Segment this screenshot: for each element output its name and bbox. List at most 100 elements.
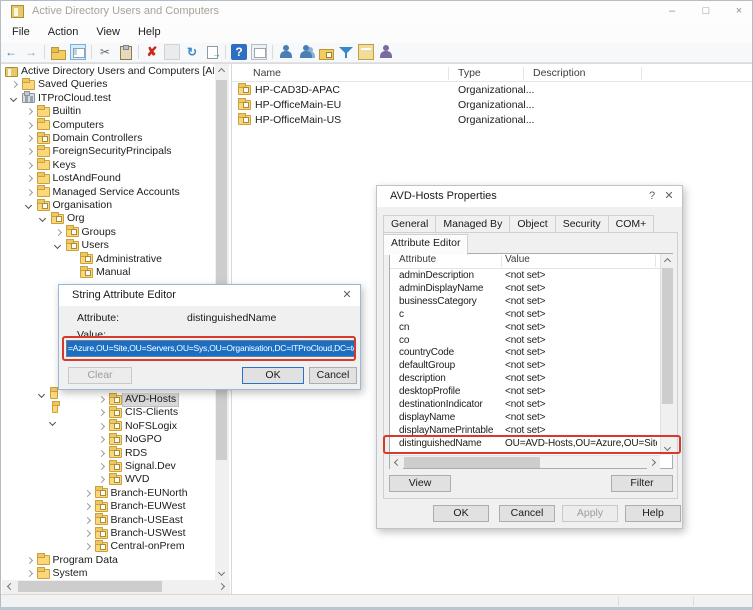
filter-icon[interactable] [338,44,354,60]
tree-item[interactable]: ForeignSecurityPrincipals [2,145,214,158]
show-window-icon[interactable] [251,44,267,60]
chevron-right-icon[interactable] [25,569,34,578]
tab-managed-by[interactable]: Managed By [436,215,510,233]
attribute-row[interactable]: businessCategory<not set> [390,296,660,309]
attribute-row[interactable]: defaultGroup<not set> [390,360,660,373]
grid-column-value[interactable]: Value [505,254,657,265]
minimize-button[interactable]: – [657,1,687,22]
tree-item[interactable]: Groups [2,226,214,239]
chevron-right-icon[interactable] [25,556,34,565]
attribute-row[interactable]: co<not set> [390,335,660,348]
scroll-left-icon[interactable] [3,580,16,593]
tree-item[interactable]: System [2,567,214,580]
cut-icon[interactable] [97,44,113,60]
chevron-right-icon[interactable] [25,107,34,116]
attribute-row[interactable]: desktopProfile<not set> [390,386,660,399]
clear-button[interactable]: Clear [68,367,132,384]
cancel-button[interactable]: Cancel [499,505,555,522]
scroll-down-icon[interactable] [661,442,674,455]
maximize-button[interactable]: □ [691,1,721,22]
tree-item[interactable]: WVD [2,473,214,486]
scroll-left-icon[interactable] [390,456,403,469]
scroll-up-icon[interactable] [215,64,228,77]
scrollbar-thumb[interactable] [18,581,162,592]
column-separator[interactable] [655,255,656,267]
tree-item[interactable]: AVD-Hosts [2,393,214,406]
tab-com-[interactable]: COM+ [609,215,655,233]
chevron-right-icon[interactable] [83,516,92,525]
chevron-right-icon[interactable] [25,174,34,183]
chevron-right-icon[interactable] [97,462,106,471]
ok-button[interactable]: OK [242,367,304,384]
column-separator[interactable] [523,67,524,80]
tree-item[interactable]: Branch-EUNorth [2,487,214,500]
column-header-name[interactable]: Name [253,67,281,79]
show-console-tree-icon[interactable] [70,44,86,60]
new-group-icon[interactable] [298,44,314,60]
column-separator[interactable] [641,67,642,80]
tree-item[interactable]: Computers [2,119,214,132]
list-item[interactable]: HP-OfficeMain-EUOrganizational... [232,98,752,113]
tree-item[interactable]: Branch-USEast [2,514,214,527]
grid-vertical-scrollbar[interactable] [660,254,673,455]
filter-button[interactable]: Filter [611,475,673,492]
chevron-right-icon[interactable] [83,542,92,551]
help-button[interactable]: Help [625,505,681,522]
new-user-icon[interactable] [278,44,294,60]
menu-file[interactable]: File [3,22,39,43]
attribute-row[interactable]: destinationIndicator<not set> [390,399,660,412]
tab-object[interactable]: Object [510,215,555,233]
attribute-row[interactable]: c<not set> [390,309,660,322]
attribute-row[interactable]: adminDisplayName<not set> [390,283,660,296]
attribute-row[interactable]: displayNamePrintable<not set> [390,425,660,438]
tab-general[interactable]: General [383,215,436,233]
tab-attribute-editor[interactable]: Attribute Editor [383,234,468,255]
refresh-icon[interactable] [184,44,200,60]
attribute-row[interactable]: adminDescription<not set> [390,270,660,283]
tree-item[interactable]: NoGPO [2,433,214,446]
grid-column-attribute[interactable]: Attribute [399,254,502,265]
help-icon[interactable] [231,44,247,60]
attribute-row[interactable]: description<not set> [390,373,660,386]
chevron-right-icon[interactable] [25,134,34,143]
attribute-row[interactable]: distinguishedNameOU=AVD-Hosts,OU=Azure,O… [390,438,660,451]
chevron-right-icon[interactable] [97,408,106,417]
ok-button[interactable]: OK [433,505,489,522]
chevron-right-icon[interactable] [25,121,34,130]
scroll-right-icon[interactable] [216,580,229,593]
tree-horizontal-scrollbar[interactable] [2,580,230,594]
chevron-right-icon[interactable] [25,161,34,170]
tree-item[interactable]: LostAndFound [2,172,214,185]
view-button[interactable]: View [389,475,451,492]
attribute-row[interactable]: displayName<not set> [390,412,660,425]
column-header-type[interactable]: Type [458,67,481,79]
value-input[interactable]: =Azure,OU=Site,OU=Servers,OU=Sys,OU=Orga… [66,340,355,357]
tree-item[interactable]: Managed Service Accounts [2,186,214,199]
tree-item[interactable]: Builtin [2,105,214,118]
chevron-right-icon[interactable] [97,395,106,404]
attributes-list[interactable]: Attribute Value adminDescription<not set… [389,253,673,469]
close-button[interactable]: × [724,1,753,22]
forward-icon[interactable] [23,44,39,60]
tree-item[interactable]: Saved Queries [2,78,214,91]
tree-item[interactable]: Branch-EUWest [2,500,214,513]
scrollbar-thumb[interactable] [404,457,540,468]
chevron-down-icon[interactable] [39,214,48,223]
tree-item[interactable]: Org [2,212,214,225]
close-icon[interactable]: ✕ [332,285,362,306]
attribute-row[interactable]: cn<not set> [390,322,660,335]
tree-item[interactable]: Central-onPrem [2,540,214,553]
tree-item[interactable]: Users [2,239,214,252]
scroll-up-icon[interactable] [661,254,674,267]
delegate-icon[interactable] [378,44,394,60]
chevron-right-icon[interactable] [83,502,92,511]
apply-button[interactable]: Apply [562,505,618,522]
menu-view[interactable]: View [87,22,129,43]
column-separator[interactable] [448,67,449,80]
list-item[interactable]: HP-CAD3D-APACOrganizational... [232,83,752,98]
chevron-right-icon[interactable] [97,449,106,458]
tree-item[interactable]: Organisation [2,199,214,212]
scrollbar-thumb[interactable] [216,80,227,460]
list-item[interactable]: HP-OfficeMain-USOrganizational... [232,113,752,128]
tab-security[interactable]: Security [556,215,609,233]
